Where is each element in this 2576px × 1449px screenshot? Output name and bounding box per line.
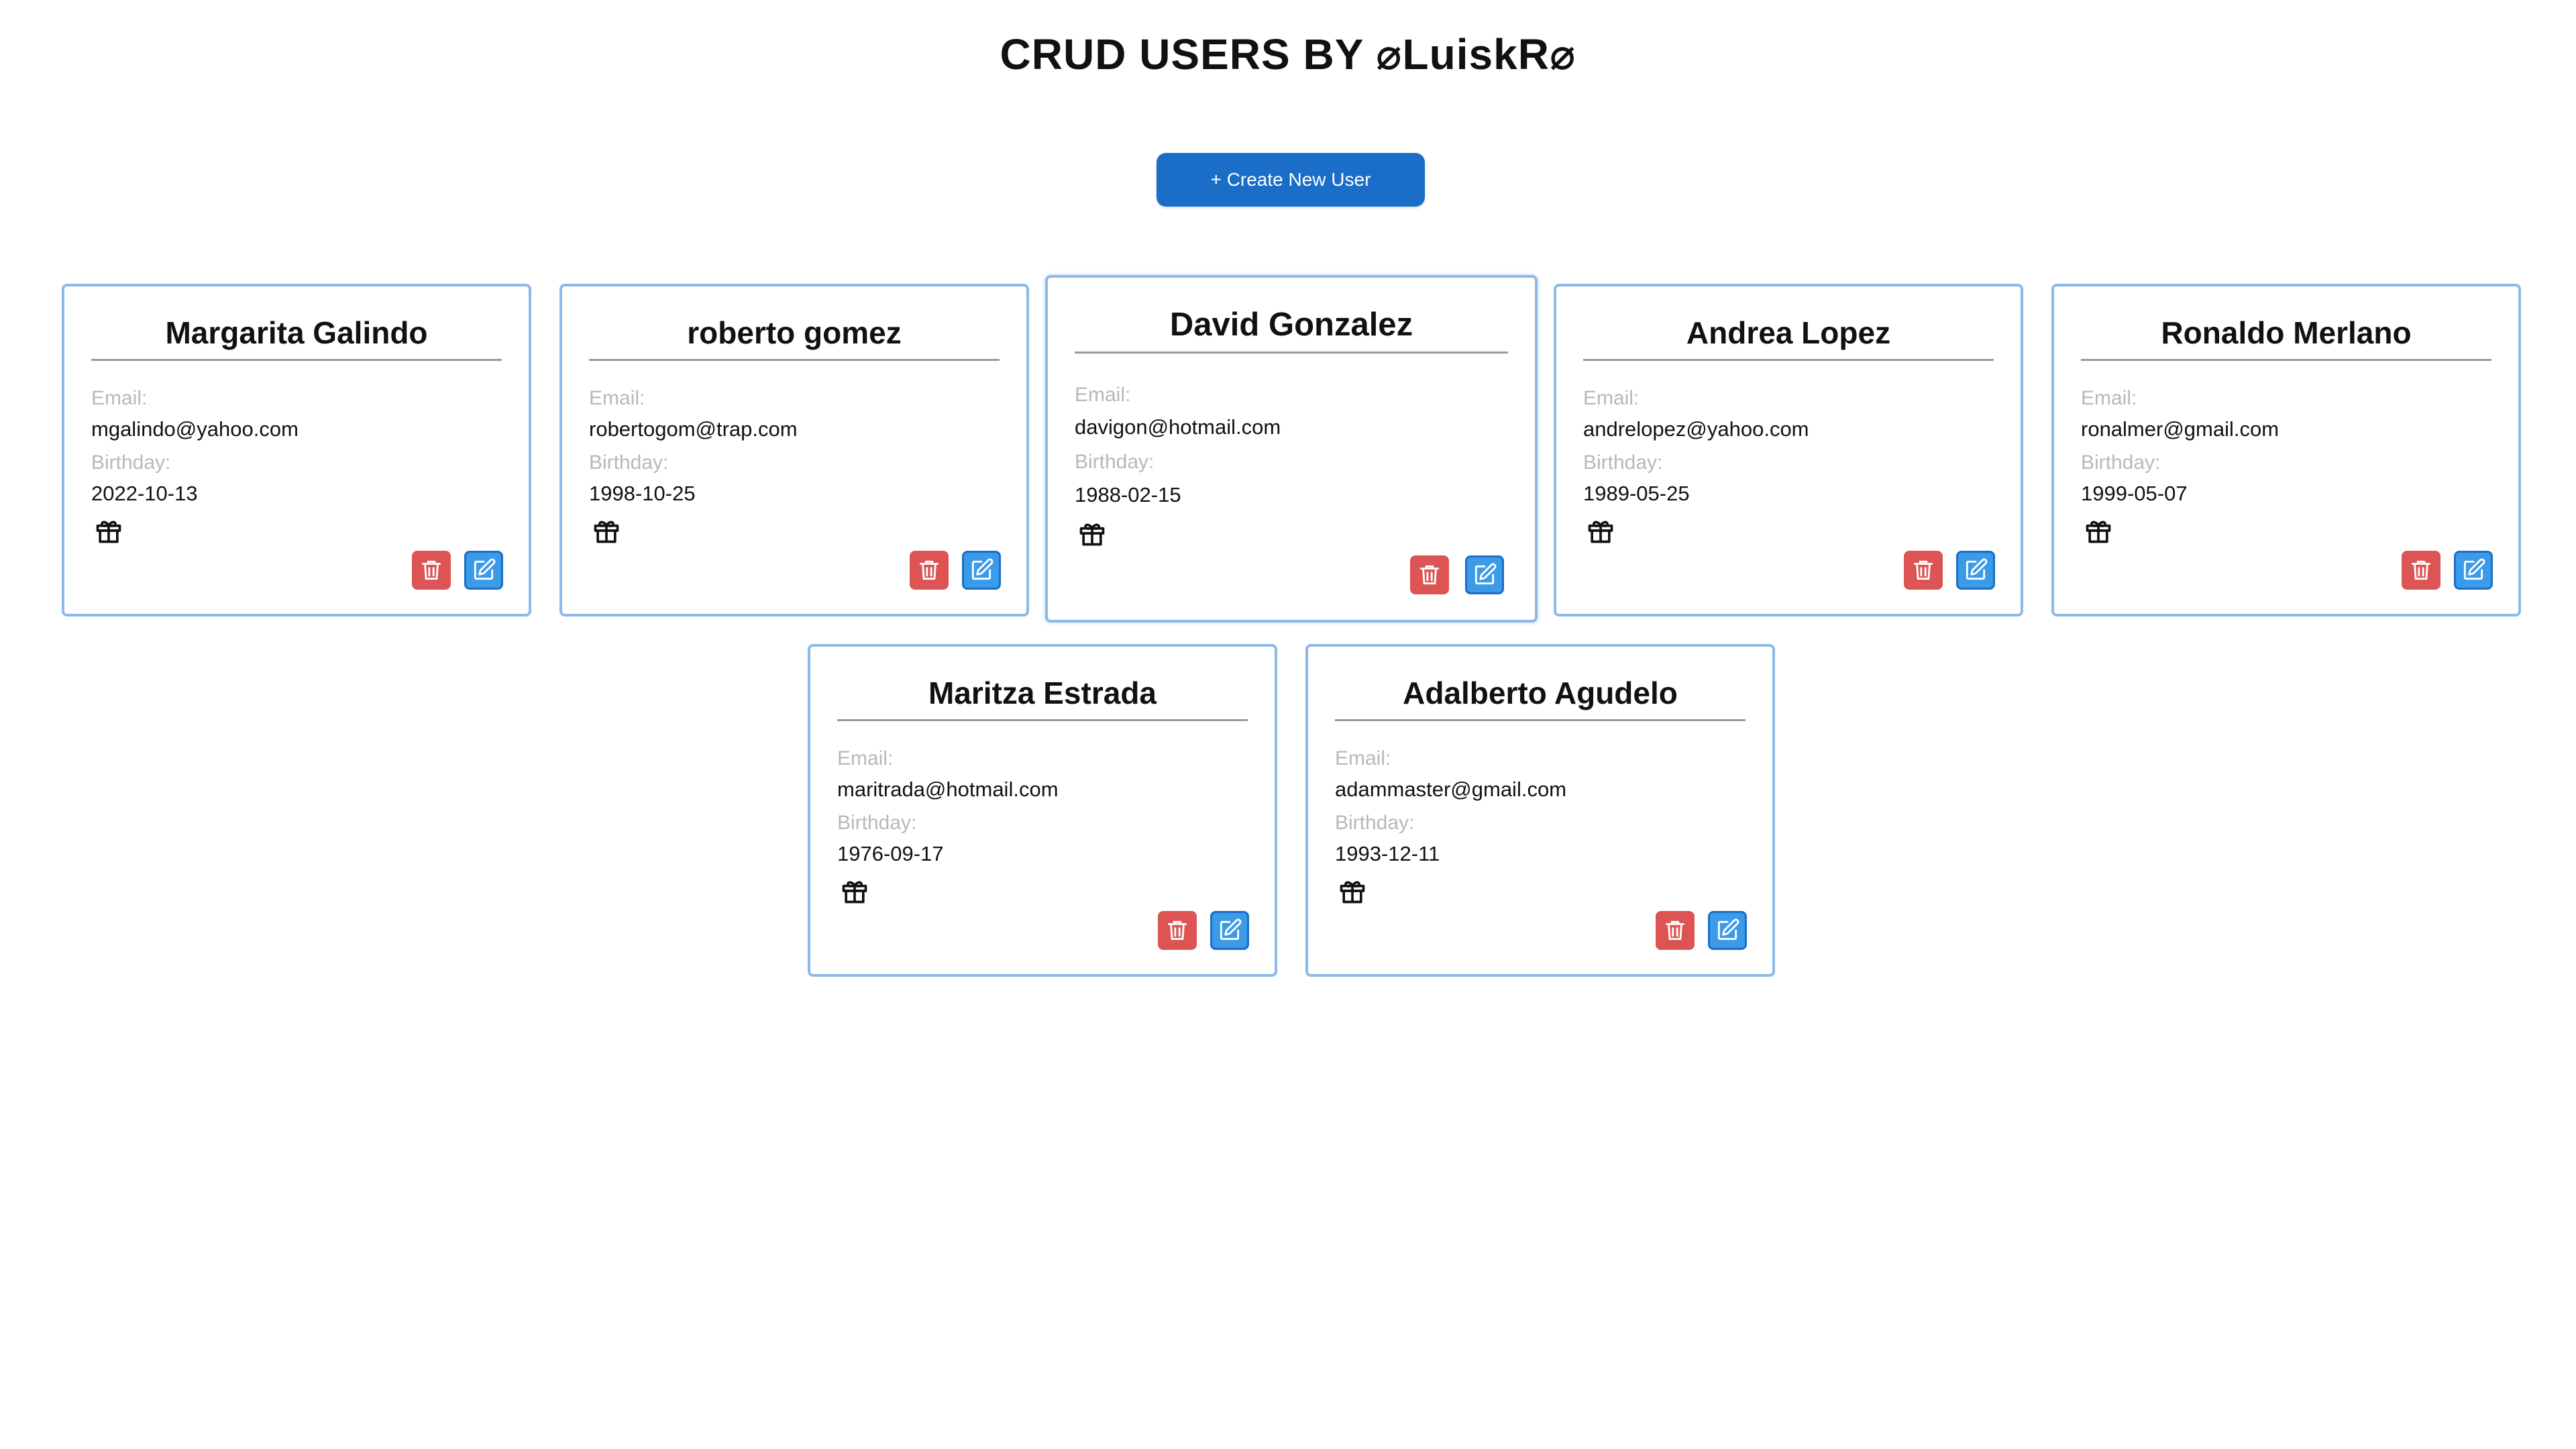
trash-icon (1911, 557, 1936, 583)
user-birthday: 1993-12-11 (1335, 842, 1440, 865)
birthday-label: Birthday: (2081, 451, 2161, 474)
user-name: Margarita Galindo (91, 315, 502, 361)
gift-icon (94, 516, 123, 545)
trash-icon (2408, 557, 2434, 583)
delete-user-button[interactable] (910, 551, 949, 590)
edit-icon (471, 557, 496, 583)
user-email: maritrada@hotmail.com (837, 777, 1059, 801)
email-label: Email: (2081, 387, 2137, 409)
edit-icon (1715, 918, 1740, 943)
user-birthday: 2022-10-13 (91, 482, 198, 505)
edit-icon (969, 557, 994, 583)
user-birthday: 1998-10-25 (589, 482, 696, 505)
user-name: Adalberto Agudelo (1335, 675, 1746, 721)
gift-icon (840, 876, 869, 906)
email-label: Email: (837, 747, 894, 769)
edit-icon (1217, 918, 1242, 943)
user-name: Maritza Estrada (837, 675, 1248, 721)
user-email: ronalmer@gmail.com (2081, 417, 2279, 441)
user-name: Andrea Lopez (1583, 315, 1994, 361)
delete-user-button[interactable] (1656, 911, 1695, 950)
email-label: Email: (91, 387, 148, 409)
user-card: Andrea Lopez Email: andrelopez@yahoo.com… (1554, 284, 2023, 616)
gift-icon (1338, 876, 1367, 906)
user-card: Ronaldo Merlano Email: ronalmer@gmail.co… (2051, 284, 2521, 616)
user-email: davigon@hotmail.com (1075, 415, 1281, 439)
user-name: David Gonzalez (1075, 306, 1508, 354)
trash-icon (916, 557, 942, 583)
delete-user-button[interactable] (1158, 911, 1197, 950)
delete-user-button[interactable] (1904, 551, 1943, 590)
user-card: roberto gomez Email: robertogom@trap.com… (559, 284, 1029, 616)
birthday-label: Birthday: (589, 451, 669, 474)
gift-icon (1586, 516, 1615, 545)
edit-user-button[interactable] (1465, 555, 1504, 594)
gift-icon (1077, 519, 1107, 548)
edit-icon (2461, 557, 2486, 583)
page-title: CRUD USERS BY ⌀LuiskR⌀ (1000, 30, 1576, 78)
edit-user-button[interactable] (1708, 911, 1747, 950)
edit-user-button[interactable] (2454, 551, 2493, 590)
trash-icon (1662, 918, 1688, 943)
edit-icon (1963, 557, 1988, 583)
user-birthday: 1988-02-15 (1075, 483, 1181, 506)
edit-user-button[interactable] (1210, 911, 1249, 950)
trash-icon (419, 557, 444, 583)
edit-user-button[interactable] (464, 551, 503, 590)
user-name: Ronaldo Merlano (2081, 315, 2491, 361)
email-label: Email: (1335, 747, 1391, 769)
trash-icon (1417, 562, 1442, 588)
birthday-label: Birthday: (91, 451, 171, 474)
birthday-label: Birthday: (1583, 451, 1663, 474)
user-birthday: 1999-05-07 (2081, 482, 2188, 505)
user-card: Margarita Galindo Email: mgalindo@yahoo.… (62, 284, 531, 616)
email-label: Email: (1075, 384, 1131, 406)
user-birthday: 1976-09-17 (837, 842, 944, 865)
create-user-button[interactable]: + Create New User (1157, 153, 1425, 207)
trash-icon (1165, 918, 1190, 943)
user-card: David Gonzalez Email: davigon@hotmail.co… (1045, 275, 1538, 623)
birthday-label: Birthday: (837, 812, 917, 834)
user-name: roberto gomez (589, 315, 1000, 361)
delete-user-button[interactable] (2402, 551, 2440, 590)
user-email: mgalindo@yahoo.com (91, 417, 299, 441)
user-email: andrelopez@yahoo.com (1583, 417, 1809, 441)
delete-user-button[interactable] (1410, 555, 1449, 594)
gift-icon (592, 516, 621, 545)
edit-icon (1472, 562, 1497, 588)
delete-user-button[interactable] (412, 551, 451, 590)
email-label: Email: (589, 387, 645, 409)
edit-user-button[interactable] (962, 551, 1001, 590)
birthday-label: Birthday: (1075, 451, 1155, 473)
gift-icon (2084, 516, 2113, 545)
email-label: Email: (1583, 387, 1640, 409)
user-card: Maritza Estrada Email: maritrada@hotmail… (808, 644, 1277, 977)
user-email: adammaster@gmail.com (1335, 777, 1567, 801)
edit-user-button[interactable] (1956, 551, 1995, 590)
user-email: robertogom@trap.com (589, 417, 798, 441)
user-birthday: 1989-05-25 (1583, 482, 1690, 505)
user-card: Adalberto Agudelo Email: adammaster@gmai… (1305, 644, 1775, 977)
birthday-label: Birthday: (1335, 812, 1415, 834)
